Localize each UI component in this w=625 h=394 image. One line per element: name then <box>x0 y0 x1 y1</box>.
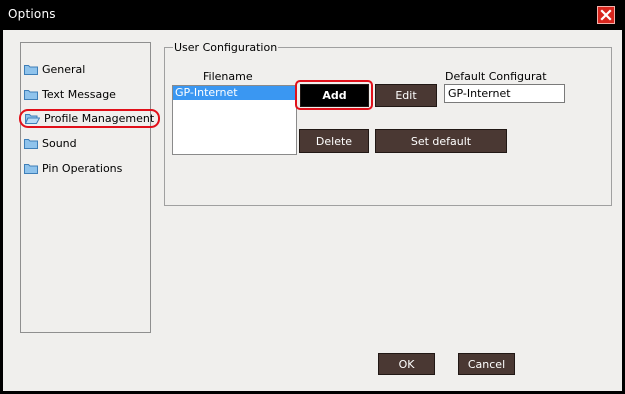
sidebar-item-label: Text Message <box>42 87 116 101</box>
sidebar-item-profile-management[interactable]: Profile Management <box>19 109 161 128</box>
folder-icon <box>24 163 38 174</box>
close-button[interactable] <box>597 6 615 24</box>
sidebar-item-text-message[interactable]: Text Message <box>24 85 116 103</box>
sidebar-item-label: General <box>42 62 86 76</box>
sidebar-item-label: Profile Management <box>44 112 155 125</box>
default-config-label: Default Configurat <box>445 70 547 83</box>
window-title: Options <box>8 7 56 21</box>
dialog-body: General Text Message Profile Management … <box>3 30 622 391</box>
sidebar-item-pin-operations[interactable]: Pin Operations <box>24 159 122 177</box>
filename-header: Filename <box>203 70 253 83</box>
cancel-button[interactable]: Cancel <box>458 353 515 375</box>
list-item[interactable]: GP-Internet <box>173 86 296 100</box>
folder-icon <box>24 64 38 75</box>
delete-button[interactable]: Delete <box>299 129 369 153</box>
close-icon <box>600 9 612 21</box>
sidebar-item-general[interactable]: General <box>24 60 85 78</box>
folder-icon <box>24 89 38 100</box>
default-config-field[interactable]: GP-Internet <box>444 84 565 103</box>
title-bar: Options <box>0 0 625 30</box>
folder-icon <box>24 138 38 149</box>
sidebar: General Text Message Profile Management … <box>19 42 161 333</box>
edit-button[interactable]: Edit <box>375 84 437 107</box>
set-default-button[interactable]: Set default <box>375 129 507 153</box>
sidebar-item-label: Pin Operations <box>42 161 123 175</box>
ok-button[interactable]: OK <box>378 353 435 375</box>
sidebar-item-label: Sound <box>42 136 77 150</box>
add-button[interactable]: Add <box>300 84 369 107</box>
folder-open-icon <box>25 113 40 124</box>
group-title: User Configuration <box>173 41 279 54</box>
profile-list[interactable]: GP-Internet <box>172 85 297 155</box>
sidebar-item-sound[interactable]: Sound <box>24 134 77 152</box>
